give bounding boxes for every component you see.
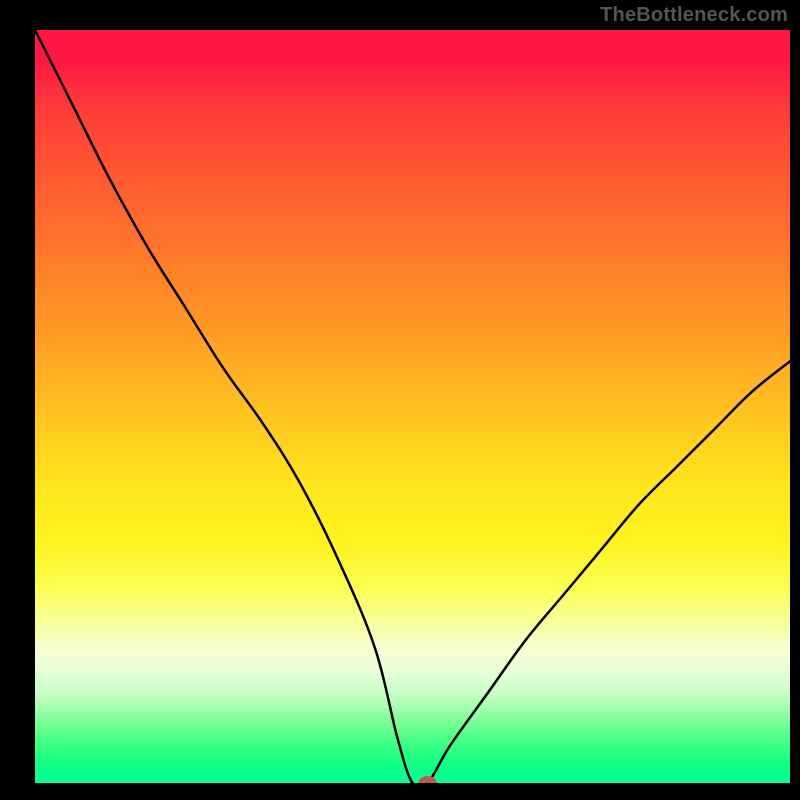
curve-line — [35, 30, 790, 783]
watermark-text: TheBottleneck.com — [600, 4, 788, 27]
plot-area — [35, 30, 790, 783]
marker-dot — [419, 776, 437, 783]
chart-frame: TheBottleneck.com — [0, 0, 800, 800]
chart-svg — [35, 30, 790, 783]
